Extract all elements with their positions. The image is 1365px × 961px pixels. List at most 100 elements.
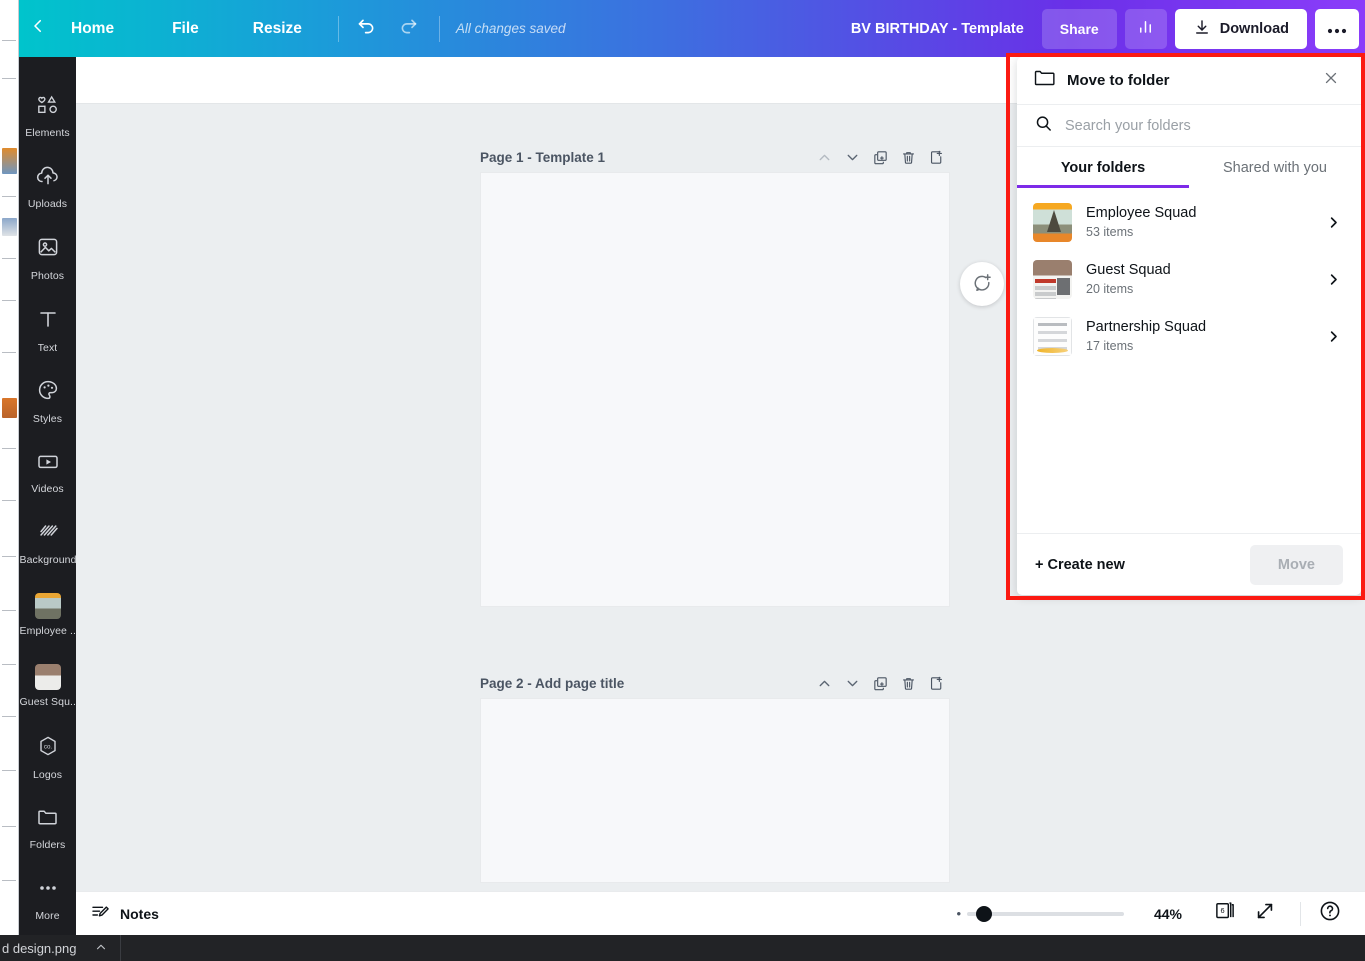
design-title[interactable]: BV BIRTHDAY - Template [851,21,1024,37]
help-button[interactable] [1313,897,1347,931]
notes-pencil-icon [90,902,110,925]
add-page-button[interactable] [922,144,950,170]
download-label: Download [1219,20,1289,37]
background-window-sliver [0,0,19,935]
move-to-folder-header: Move to folder [1017,57,1361,105]
sidebar-item-more[interactable]: More [19,864,76,935]
taskbar-divider [120,935,122,961]
folder-icon [1034,69,1055,92]
chevron-up-icon[interactable] [94,940,108,957]
file-menu-item[interactable]: File [158,11,213,47]
os-taskbar: d design.png [0,935,1365,961]
download-button[interactable]: Download [1174,8,1307,49]
page-block: Page 2 - Add page title [480,668,950,883]
sidebar-item-label: Elements [25,127,70,140]
folder-name: Partnership Squad [1086,319,1207,335]
text-t-icon [36,307,60,336]
page-header: Page 1 - Template 1 [480,142,950,172]
sidebar-item-folders[interactable]: Folders [19,793,76,864]
back-button[interactable] [19,0,57,57]
add-comment-button[interactable] [960,262,1004,306]
close-icon [1322,69,1340,92]
create-new-folder-button[interactable]: + Create new [1035,557,1125,573]
page-canvas[interactable] [480,172,950,607]
canva-editor-window: Home File Resize All changes saved BV BI… [0,0,1365,961]
resize-menu-item[interactable]: Resize [239,11,316,47]
share-button[interactable]: Share [1041,8,1117,49]
move-page-up-button[interactable] [810,144,838,170]
zoom-slider-knob[interactable] [976,905,993,922]
sidebar-item-photos[interactable]: Photos [19,223,76,294]
design-insights-button[interactable] [1124,8,1167,49]
folder-meta: Guest Squad 20 items [1086,261,1307,298]
notes-button[interactable]: Notes [76,892,173,936]
sidebar-item-employee-squad[interactable]: Employee ... [19,579,76,650]
list-item[interactable]: Guest Squad 20 items [1017,251,1361,308]
sidebar-item-elements[interactable]: Elements [19,81,76,152]
sidebar-item-guest-squad[interactable]: Guest Squ... [19,650,76,721]
partnership-squad-thumbnail [1033,317,1072,356]
page-canvas[interactable] [480,698,950,883]
redo-button[interactable] [391,11,427,47]
search-icon [1034,114,1053,138]
sidebar-item-label: Employee ... [19,624,76,637]
bottombar-divider [1300,901,1301,926]
add-page-button[interactable] [922,670,950,696]
sidebar-item-videos[interactable]: Videos [19,437,76,508]
close-panel-button[interactable] [1318,68,1344,94]
page-title[interactable]: Page 1 - Template 1 [480,150,810,165]
list-item[interactable]: Partnership Squad 17 items [1017,308,1361,365]
duplicate-page-button[interactable] [866,670,894,696]
page-block: Page 1 - Template 1 [480,142,950,607]
tab-shared-with-you[interactable]: Shared with you [1189,147,1361,188]
sidebar-item-label: Guest Squ... [19,695,76,708]
editor-bottom-bar: Notes • 44% 6 [76,891,1365,935]
folder-search-row [1017,105,1361,147]
zoom-slider[interactable]: • [956,905,1124,922]
delete-page-button[interactable] [894,144,922,170]
left-tool-rail: Elements Uploads Photos Text Styles Vide… [19,57,76,935]
download-icon [1193,18,1211,40]
zoom-percentage[interactable]: 44% [1146,906,1182,922]
taskbar-download-item[interactable]: d design.png [0,935,120,961]
chevron-left-icon [29,17,47,40]
zoom-out-icon[interactable]: • [956,906,961,921]
fullscreen-button[interactable] [1248,897,1282,931]
sidebar-item-text[interactable]: Text [19,295,76,366]
upload-cloud-icon [35,165,61,192]
folder-list: Employee Squad 53 items Guest Squad 20 i… [1017,188,1361,533]
sidebar-item-label: Photos [30,270,65,283]
undo-button[interactable] [349,11,385,47]
list-item[interactable]: Employee Squad 53 items [1017,194,1361,251]
search-input[interactable] [1065,117,1344,134]
move-page-up-button[interactable] [810,670,838,696]
sidebar-item-label: Videos [31,482,64,495]
folder-tabs: Your folders Shared with you [1017,147,1361,188]
folder-meta: Partnership Squad 17 items [1086,318,1307,355]
move-button[interactable]: Move [1249,544,1343,585]
sidebar-item-label: Styles [32,412,63,425]
tab-your-folders[interactable]: Your folders [1017,147,1189,188]
move-page-down-button[interactable] [838,144,866,170]
move-page-down-button[interactable] [838,670,866,696]
home-menu-item[interactable]: Home [57,11,128,47]
move-to-folder-panel: Move to folder Your folders Shared with … [1017,57,1361,595]
page-grid-button[interactable]: 6 [1208,897,1242,931]
zoom-slider-track[interactable] [967,905,1124,922]
image-icon [36,235,60,264]
sidebar-item-logos[interactable]: co. Logos [19,722,76,793]
sidebar-item-styles[interactable]: Styles [19,366,76,437]
chevron-right-icon[interactable] [1321,272,1345,287]
duplicate-page-button[interactable] [866,144,894,170]
sidebar-item-uploads[interactable]: Uploads [19,152,76,223]
chevron-right-icon[interactable] [1321,215,1345,230]
page-title[interactable]: Page 2 - Add page title [480,676,810,691]
folder-thumb-guest-icon [34,663,61,690]
sidebar-item-background[interactable]: Background [19,508,76,579]
delete-page-button[interactable] [894,670,922,696]
logos-hex-icon: co. [36,734,60,763]
editor-top-bar: Home File Resize All changes saved BV BI… [19,0,1365,57]
chevron-right-icon[interactable] [1321,329,1345,344]
more-options-button[interactable] [1315,8,1359,49]
sidebar-item-label: Background [19,554,76,567]
